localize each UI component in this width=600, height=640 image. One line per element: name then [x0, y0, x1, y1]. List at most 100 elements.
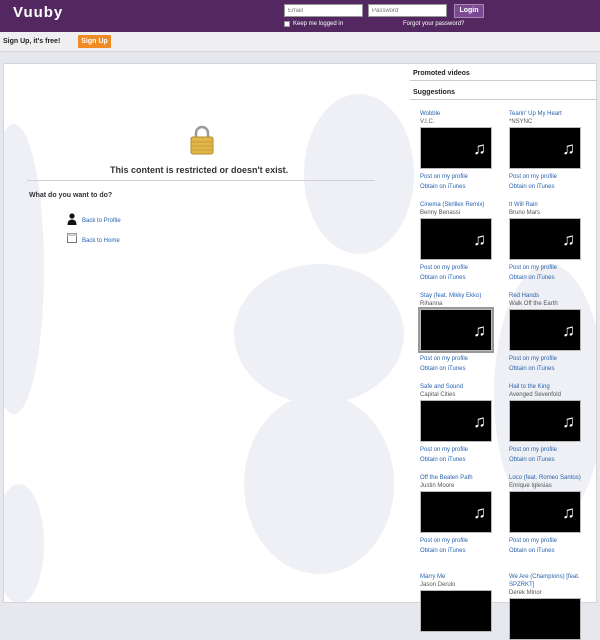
password-field[interactable]: [368, 4, 447, 17]
post-on-profile-link[interactable]: Post on my profile: [509, 172, 585, 182]
artist-name: Walk Off the Earth: [509, 301, 558, 307]
suggestion-card: Hail to the King Avenged Sevenfold ♫ Pos…: [509, 383, 585, 465]
back-to-home-link[interactable]: Back to Home: [82, 238, 120, 244]
signup-bar: Sign Up, it's free! Sign Up: [0, 32, 600, 52]
post-on-profile-link[interactable]: Post on my profile: [509, 445, 585, 455]
music-note-icon: ♫: [562, 230, 575, 249]
post-on-profile-link[interactable]: Post on my profile: [509, 263, 585, 273]
background-decoration: [244, 394, 394, 574]
suggestion-card: Wobble V.I.C. ♫ Post on my profile Obtai…: [420, 110, 496, 192]
what-to-do-heading: What do you want to do?: [29, 192, 113, 199]
obtain-on-itunes-link[interactable]: Obtain on iTunes: [420, 364, 496, 374]
music-note-icon: ♫: [473, 321, 486, 340]
suggestion-card: Safe and Sound Capital Cities ♫ Post on …: [420, 383, 496, 465]
song-title[interactable]: Off the Beaten Path: [420, 474, 496, 482]
suggestion-card: Red Hands Walk Off the Earth ♫ Post on m…: [509, 292, 585, 374]
artist-name: Justin Moore: [420, 483, 455, 489]
video-thumbnail[interactable]: [509, 598, 581, 640]
video-thumbnail[interactable]: ♫: [420, 218, 492, 260]
back-to-home-action[interactable]: Back to Home: [67, 233, 120, 244]
music-note-icon: ♫: [473, 139, 486, 158]
keep-logged-label: Keep me logged in: [293, 21, 344, 27]
obtain-on-itunes-link[interactable]: Obtain on iTunes: [509, 455, 585, 465]
post-on-profile-link[interactable]: Post on my profile: [420, 445, 496, 455]
back-to-profile-action[interactable]: Back to Profile: [67, 213, 121, 225]
video-thumbnail[interactable]: ♫: [420, 127, 492, 169]
suggestion-card: Tearin' Up My Heart *NSYNC ♫ Post on my …: [509, 110, 585, 192]
post-on-profile-link[interactable]: Post on my profile: [509, 354, 585, 364]
suggestion-card: Off the Beaten Path Justin Moore ♫ Post …: [420, 474, 496, 556]
artist-name: Capital Cities: [420, 392, 456, 398]
obtain-on-itunes-link[interactable]: Obtain on iTunes: [509, 546, 585, 556]
background-decoration: [234, 264, 404, 404]
artist-name: Rihanna: [420, 301, 443, 307]
obtain-on-itunes-link[interactable]: Obtain on iTunes: [509, 273, 585, 283]
artist-name: Derek Minor: [509, 590, 542, 596]
song-title[interactable]: Loco (feat. Romeo Santos): [509, 474, 585, 482]
forgot-password-link[interactable]: Forgot your password?: [403, 21, 464, 27]
music-note-icon: ♫: [562, 412, 575, 431]
suggestion-card: Marry Me Jason Derulo: [420, 573, 496, 632]
obtain-on-itunes-link[interactable]: Obtain on iTunes: [420, 273, 496, 283]
video-thumbnail[interactable]: ♫: [509, 309, 581, 351]
video-thumbnail[interactable]: ♫: [509, 127, 581, 169]
signup-button[interactable]: Sign Up: [78, 35, 111, 48]
home-icon: [67, 233, 77, 243]
song-title[interactable]: Wobble: [420, 110, 496, 118]
login-button[interactable]: Login: [454, 4, 484, 18]
suggestion-card: We Are (Champions) [feat. SPZRKT] Derek …: [509, 573, 585, 640]
song-title[interactable]: Marry Me: [420, 573, 496, 581]
song-title[interactable]: We Are (Champions) [feat. SPZRKT]: [509, 573, 585, 589]
background-decoration: [304, 94, 414, 254]
obtain-on-itunes-link[interactable]: Obtain on iTunes: [509, 364, 585, 374]
suggestions-column: Promoted videos Suggestions Wobble V.I.C…: [410, 65, 597, 640]
background-decoration: [4, 124, 44, 414]
post-on-profile-link[interactable]: Post on my profile: [509, 536, 585, 546]
song-title[interactable]: Hail to the King: [509, 383, 585, 391]
vuuby-logo[interactable]: Vuuby: [13, 4, 63, 21]
video-thumbnail[interactable]: ♫: [420, 400, 492, 442]
obtain-on-itunes-link[interactable]: Obtain on iTunes: [420, 546, 496, 556]
video-thumbnail[interactable]: ♫: [509, 491, 581, 533]
top-bar: Vuuby Login Keep me logged in Forgot you…: [0, 0, 600, 32]
video-thumbnail[interactable]: ♫: [509, 400, 581, 442]
music-note-icon: ♫: [562, 321, 575, 340]
song-title[interactable]: Cinema (Skrillex Remix): [420, 201, 496, 209]
lock-icon: [190, 125, 214, 155]
song-title[interactable]: Tearin' Up My Heart: [509, 110, 585, 118]
song-title[interactable]: Safe and Sound: [420, 383, 496, 391]
suggestion-card: Cinema (Skrillex Remix) Benny Benassi ♫ …: [420, 201, 496, 283]
video-thumbnail[interactable]: [420, 590, 492, 632]
video-thumbnail[interactable]: ♫: [420, 491, 492, 533]
suggestion-card: Stay (feat. Mikky Ekko) Rihanna ♫ Post o…: [420, 292, 496, 374]
post-on-profile-link[interactable]: Post on my profile: [420, 263, 496, 273]
promoted-videos-heading: Promoted videos: [410, 65, 597, 81]
music-note-icon: ♫: [473, 503, 486, 522]
suggestions-heading: Suggestions: [410, 84, 597, 100]
obtain-on-itunes-link[interactable]: Obtain on iTunes: [420, 455, 496, 465]
artist-name: Avenged Sevenfold: [509, 392, 561, 398]
music-note-icon: ♫: [562, 503, 575, 522]
artist-name: Benny Benassi: [420, 210, 461, 216]
obtain-on-itunes-link[interactable]: Obtain on iTunes: [509, 182, 585, 192]
keep-logged-in[interactable]: Keep me logged in: [284, 21, 343, 27]
post-on-profile-link[interactable]: Post on my profile: [420, 354, 496, 364]
music-note-icon: ♫: [473, 412, 486, 431]
post-on-profile-link[interactable]: Post on my profile: [420, 172, 496, 182]
obtain-on-itunes-link[interactable]: Obtain on iTunes: [420, 182, 496, 192]
music-note-icon: ♫: [473, 230, 486, 249]
person-icon: [67, 213, 77, 225]
artist-name: Bruno Mars: [509, 210, 541, 216]
back-to-profile-link[interactable]: Back to Profile: [82, 218, 121, 224]
video-thumbnail[interactable]: ♫: [509, 218, 581, 260]
music-note-icon: ♫: [562, 139, 575, 158]
artist-name: Jason Derulo: [420, 582, 456, 588]
song-title[interactable]: It Will Rain: [509, 201, 585, 209]
restricted-message: This content is restricted or doesn't ex…: [110, 165, 289, 175]
video-thumbnail[interactable]: ♫: [420, 309, 492, 351]
post-on-profile-link[interactable]: Post on my profile: [420, 536, 496, 546]
email-field[interactable]: [284, 4, 363, 17]
song-title[interactable]: Red Hands: [509, 292, 585, 300]
song-title[interactable]: Stay (feat. Mikky Ekko): [420, 292, 496, 300]
keep-logged-checkbox[interactable]: [284, 21, 290, 27]
